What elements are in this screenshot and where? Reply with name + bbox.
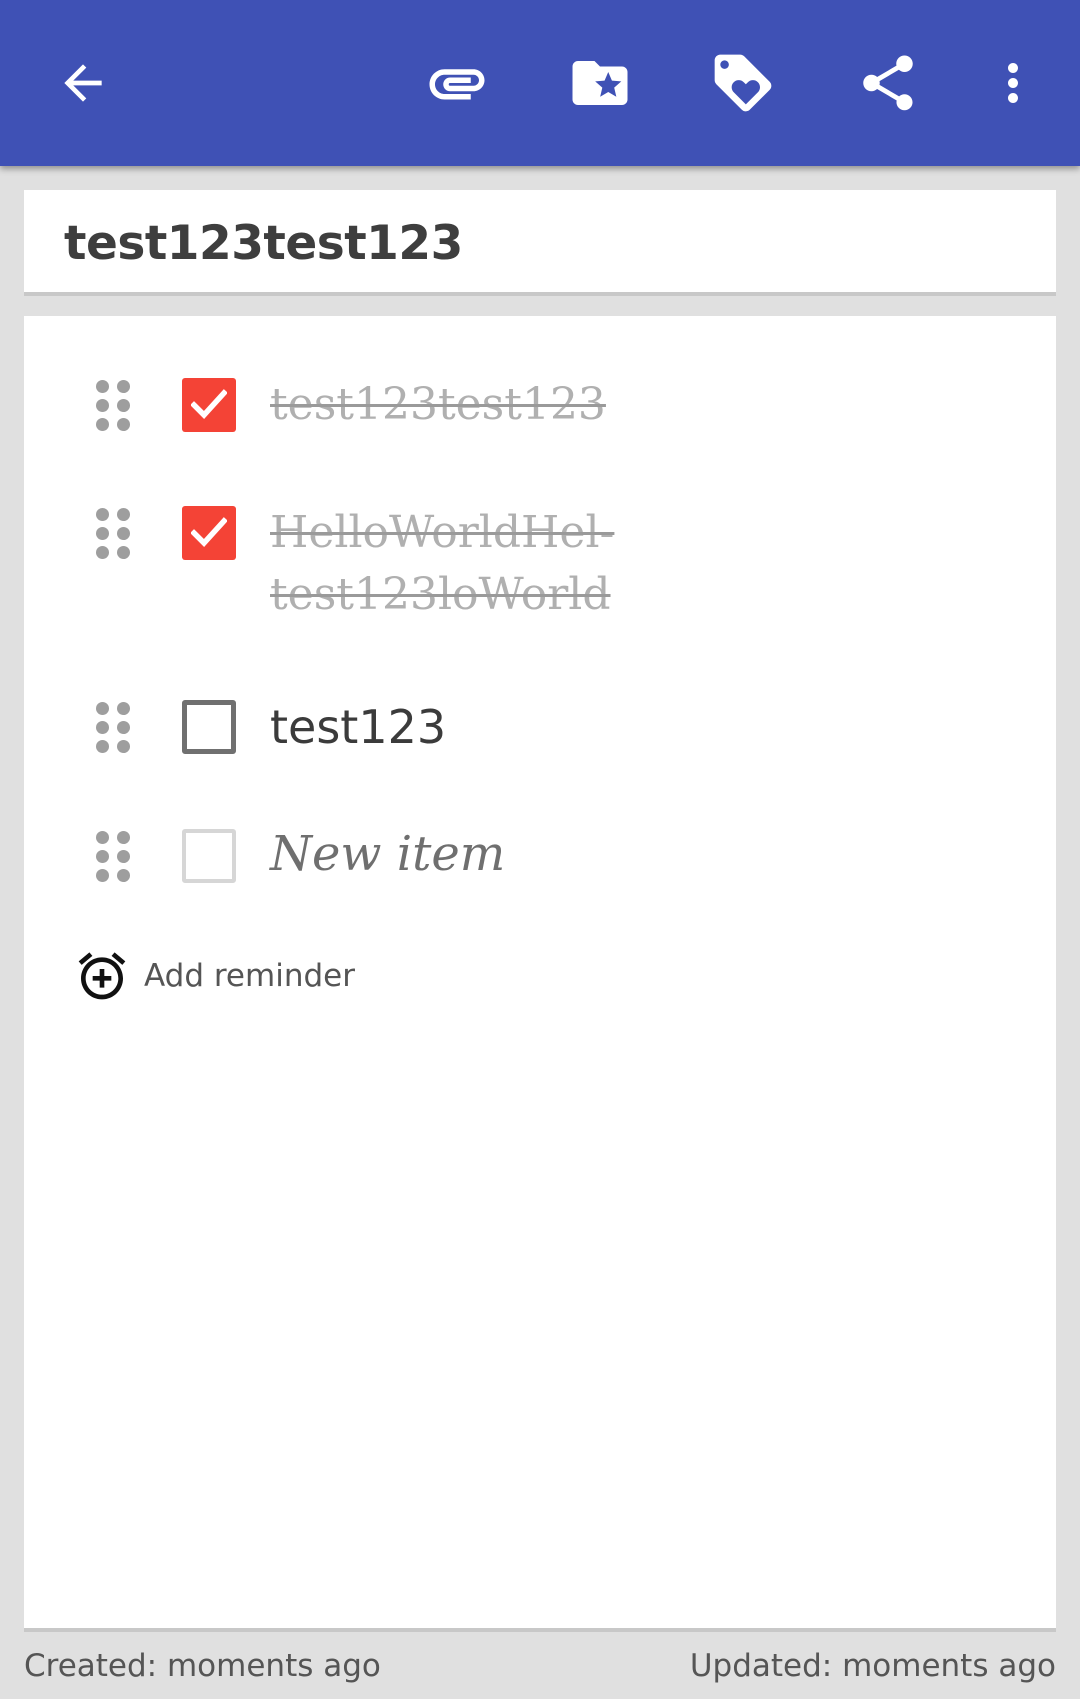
attach-button[interactable]: [412, 38, 502, 128]
check-icon: [191, 389, 227, 419]
add-reminder-label: Add reminder: [144, 958, 355, 994]
category-button[interactable]: [555, 38, 645, 128]
more-options-button[interactable]: [968, 38, 1058, 128]
app-bar: [0, 0, 1080, 166]
share-icon: [863, 55, 913, 111]
alarm-add-icon: [78, 952, 126, 1000]
category-folder-star-icon: [572, 61, 628, 105]
back-arrow-icon: [64, 64, 102, 102]
new-item-checkbox[interactable]: [182, 829, 236, 883]
created-timestamp: Created: moments ago: [24, 1648, 381, 1684]
back-button[interactable]: [38, 38, 128, 128]
note-title-card[interactable]: test123test123: [24, 190, 1056, 296]
tag-icon: [714, 54, 772, 112]
add-reminder-button[interactable]: Add reminder: [74, 946, 355, 1006]
drag-handle-icon[interactable]: [96, 831, 132, 883]
checklist-card: test123test123 HelloWorldHel- test123loW…: [24, 316, 1056, 1632]
item-checkbox[interactable]: [182, 378, 236, 432]
more-vert-icon: [1008, 63, 1018, 103]
new-item-row: New item: [24, 826, 1056, 909]
item-checkbox[interactable]: [182, 700, 236, 754]
tag-button[interactable]: [698, 38, 788, 128]
checklist-item: HelloWorldHel- test123loWorld: [24, 506, 1056, 646]
note-title[interactable]: test123test123: [64, 216, 463, 271]
drag-handle-icon[interactable]: [96, 380, 132, 432]
item-text[interactable]: HelloWorldHel- test123loWorld: [270, 502, 614, 626]
checklist-item: test123: [24, 700, 1056, 780]
attachment-icon: [429, 69, 485, 100]
check-icon: [191, 517, 227, 547]
new-item-input[interactable]: New item: [270, 823, 505, 885]
drag-handle-icon[interactable]: [96, 508, 132, 560]
item-text[interactable]: test123test123: [270, 374, 606, 436]
item-text[interactable]: test123: [270, 696, 446, 758]
drag-handle-icon[interactable]: [96, 702, 132, 754]
item-checkbox[interactable]: [182, 506, 236, 560]
share-button[interactable]: [843, 38, 933, 128]
updated-timestamp: Updated: moments ago: [689, 1648, 1056, 1684]
checklist-item: test123test123: [24, 378, 1056, 458]
